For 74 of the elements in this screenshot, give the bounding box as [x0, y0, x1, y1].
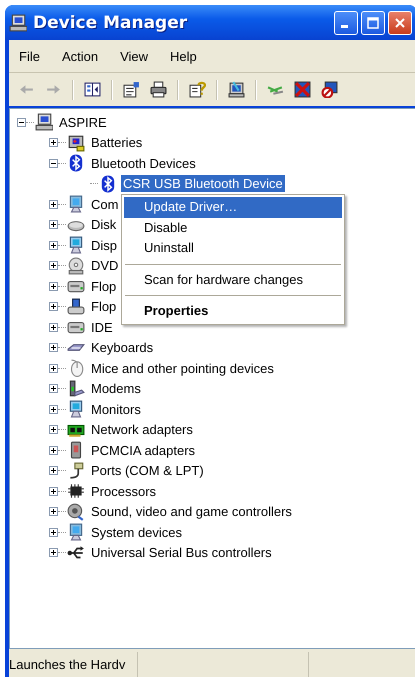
collapse-icon[interactable] [17, 118, 26, 127]
tree-item[interactable]: Disk [89, 216, 118, 234]
expand-icon[interactable] [49, 404, 58, 414]
menu-item[interactable]: Action [52, 48, 110, 64]
expand-icon[interactable] [49, 486, 58, 496]
expand-icon[interactable] [49, 466, 58, 476]
expand-icon[interactable] [49, 282, 58, 291]
collapse-icon[interactable] [49, 158, 58, 168]
expand-icon[interactable] [49, 343, 58, 352]
menu-item[interactable]: Scan for hardware changes [124, 270, 342, 290]
menu-item[interactable]: Update Driver… [124, 197, 342, 218]
expand-icon[interactable] [49, 220, 58, 230]
tree-item[interactable]: IDE [89, 318, 115, 336]
tree-item[interactable]: Disp [89, 236, 120, 254]
bluetooth-icon [99, 174, 117, 193]
tree-item[interactable]: Network adapters [89, 421, 195, 438]
computer-icon [67, 195, 85, 214]
tree-item[interactable]: Keyboards [89, 339, 156, 356]
disc-icon [67, 256, 85, 275]
tree-item[interactable]: PCMCIA adapters [89, 442, 198, 459]
tree-item[interactable]: DVD [89, 257, 120, 274]
menu-item[interactable]: Disable [124, 218, 342, 238]
computer-icon [67, 523, 85, 542]
close-button[interactable] [388, 10, 412, 34]
expand-icon[interactable] [49, 302, 58, 312]
menu-item[interactable]: Properties [124, 301, 342, 322]
floppy-drive-icon [67, 298, 85, 316]
expand-icon[interactable] [49, 446, 58, 455]
minimize-icon [340, 25, 348, 28]
minimize-button[interactable] [334, 10, 358, 34]
computer-icon [9, 14, 27, 32]
close-icon [394, 16, 406, 28]
expand-icon[interactable] [49, 138, 58, 148]
tree-item[interactable]: Mice and other pointing devices [89, 360, 276, 377]
menu-item[interactable]: File [9, 48, 52, 64]
tree-item[interactable]: Monitors [89, 400, 143, 418]
window-title: Device Manager [33, 12, 188, 32]
expand-icon[interactable] [49, 240, 58, 250]
tree-item[interactable]: Modems [89, 380, 143, 398]
expand-icon[interactable] [49, 261, 58, 270]
processor-icon [67, 482, 85, 500]
expand-icon[interactable] [49, 425, 58, 434]
expand-icon[interactable] [49, 364, 58, 373]
tree-item[interactable]: Flop [89, 298, 118, 316]
battery-icon [67, 134, 85, 152]
expand-icon[interactable] [49, 548, 58, 558]
speaker-icon [67, 502, 85, 521]
tree-item[interactable]: CSR USB Bluetooth Device [121, 175, 285, 192]
tree-item[interactable]: Ports (COM & LPT) [89, 462, 206, 480]
tree-item[interactable]: Batteries [89, 134, 144, 152]
menu-item[interactable]: Help [160, 48, 209, 64]
bluetooth-icon [67, 154, 85, 172]
status-text: Launches the Hardv [9, 652, 138, 677]
expand-icon[interactable] [49, 384, 58, 394]
tree-item[interactable]: Bluetooth Devices [89, 154, 198, 172]
tree-item[interactable]: Universal Serial Bus controllers [89, 544, 274, 562]
expand-icon[interactable] [49, 528, 58, 537]
tree-item[interactable]: Flop [89, 278, 118, 295]
tree-item[interactable]: Processors [89, 482, 158, 500]
tree-item[interactable]: System devices [89, 524, 184, 541]
menu-item[interactable]: Uninstall [124, 238, 342, 258]
tree-item[interactable]: Com [89, 196, 120, 213]
monitor-icon [67, 236, 85, 254]
maximize-button[interactable] [361, 10, 385, 34]
monitor-icon [67, 400, 85, 418]
computer-icon [35, 113, 53, 132]
maximize-icon [367, 16, 379, 28]
expand-icon[interactable] [49, 322, 58, 332]
modem-icon [67, 380, 85, 398]
menu-item[interactable]: View [110, 48, 160, 64]
tree-item[interactable]: ASPIRE [57, 114, 109, 131]
expand-icon[interactable] [49, 200, 58, 209]
tree-item[interactable]: Sound, video and game controllers [89, 503, 294, 520]
expand-icon[interactable] [49, 507, 58, 516]
